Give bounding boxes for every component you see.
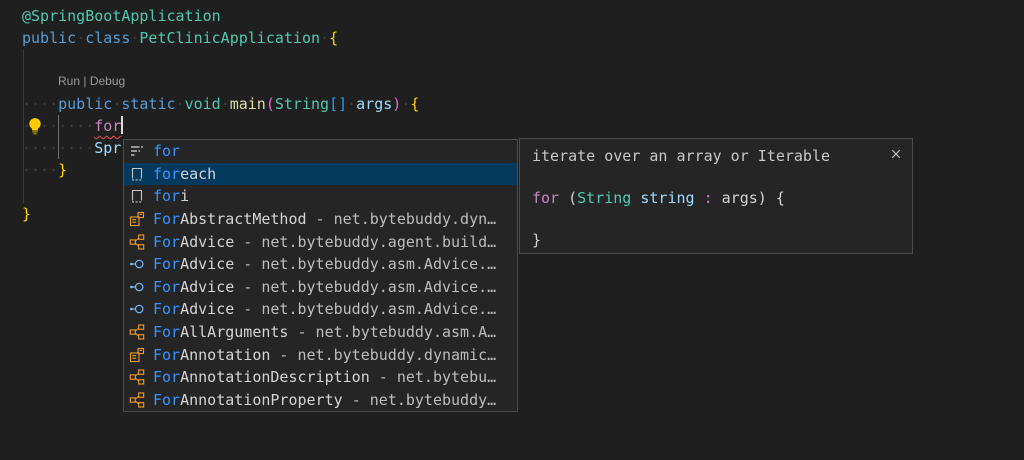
code-line: @SpringBootApplication <box>0 5 1024 27</box>
codelens: Run | Debug <box>0 71 1024 93</box>
suggestion-item[interactable]: ForAbstractMethod - net.bytebuddy.dyn… <box>124 208 517 231</box>
suggestion-item[interactable]: ForAnnotation - net.bytebuddy.dynamic… <box>124 343 517 366</box>
suggestion-label-match: For <box>153 210 180 228</box>
suggestion-item[interactable]: foreach <box>124 163 517 186</box>
suggestion-item[interactable]: ForAnnotationDescription - net.bytebu… <box>124 366 517 389</box>
suggest-docs-panel: iterate over an array or Iterable for (S… <box>519 138 913 254</box>
quick-fix-lightbulb-icon[interactable] <box>26 117 44 135</box>
suggestion-detail: - net.bytebuddy.asm.Advice.… <box>234 278 496 296</box>
struct-icon <box>129 369 145 385</box>
suggestion-detail: - net.bytebuddy.agent.build… <box>234 233 496 251</box>
suggestion-label: Advice <box>180 278 234 296</box>
struct-icon <box>129 324 145 340</box>
error-underlined-text: for <box>94 117 121 135</box>
suggestion-item[interactable]: fori <box>124 185 517 208</box>
interface-icon <box>129 256 145 272</box>
suggestion-label-match: for <box>153 165 180 183</box>
suggestion-detail: - net.bytebuddy.dynamic… <box>270 346 496 364</box>
suggestion-label-match: For <box>153 368 180 386</box>
interface-icon <box>129 279 145 295</box>
suggestion-label-match: for <box>153 187 180 205</box>
code-line: ····public·static·void·main(String[]·arg… <box>0 93 1024 115</box>
suggestion-item[interactable]: ForAnnotationProperty - net.bytebuddy… <box>124 389 517 412</box>
suggestion-detail: - net.bytebuddy… <box>343 391 497 409</box>
doc-code-line: for (String string : args) { <box>532 188 900 209</box>
suggestion-doc-code: for (String string : args) {} <box>532 188 900 251</box>
struct-icon <box>129 392 145 408</box>
suggestion-label-match: For <box>153 346 180 364</box>
keyword-icon <box>129 143 145 159</box>
suggestion-label-match: For <box>153 323 180 341</box>
struct-icon <box>129 234 145 250</box>
suggestion-label: Advice <box>180 255 234 273</box>
docs-close-button[interactable] <box>888 146 904 162</box>
suggestion-label: AnnotationProperty <box>180 391 343 409</box>
close-icon <box>888 146 904 162</box>
suggestion-label-match: For <box>153 233 180 251</box>
class-icon <box>129 211 145 227</box>
codelens-separator: | <box>80 74 90 88</box>
code-line: public·class·PetClinicApplication·{ <box>0 27 1024 49</box>
suggestion-item[interactable]: ForAllArguments - net.bytebuddy.asm.A… <box>124 321 517 344</box>
doc-code-line <box>532 209 900 230</box>
code-line: ········for <box>0 115 1024 137</box>
snippet-icon <box>129 166 145 182</box>
suggestion-detail: - net.bytebu… <box>370 368 496 386</box>
suggestion-label: Annotation <box>180 346 270 364</box>
doc-code-line: } <box>532 230 900 251</box>
code-line <box>0 49 1024 71</box>
suggestion-item[interactable]: ForAdvice - net.bytebuddy.asm.Advice.… <box>124 298 517 321</box>
class-icon <box>129 347 145 363</box>
suggestion-label-match: For <box>153 278 180 296</box>
suggestion-label: AnnotationDescription <box>180 368 370 386</box>
suggestion-label: each <box>180 165 216 183</box>
suggestion-detail: - net.bytebuddy.asm.Advice.… <box>234 300 496 318</box>
suggest-widget: forforeachforiForAbstractMethod - net.by… <box>123 139 518 412</box>
suggestion-item[interactable]: ForAdvice - net.bytebuddy.agent.build… <box>124 230 517 253</box>
suggestion-item[interactable]: ForAdvice - net.bytebuddy.asm.Advice.… <box>124 253 517 276</box>
suggestion-doc-summary: iterate over an array or Iterable <box>532 146 900 167</box>
codelens-run-link[interactable]: Run <box>58 74 80 88</box>
suggestion-label: Advice <box>180 233 234 251</box>
text-cursor <box>121 116 123 134</box>
suggestion-label: AbstractMethod <box>180 210 306 228</box>
suggestion-label-match: For <box>153 391 180 409</box>
suggestion-detail: - net.bytebuddy.asm.Advice.… <box>234 255 496 273</box>
codelens-debug-link[interactable]: Debug <box>90 74 125 88</box>
snippet-icon <box>129 188 145 204</box>
suggestion-label: AllArguments <box>180 323 288 341</box>
interface-icon <box>129 301 145 317</box>
suggestion-item[interactable]: ForAdvice - net.bytebuddy.asm.Advice.… <box>124 276 517 299</box>
suggestion-label-match: for <box>153 142 180 160</box>
suggestion-label-match: For <box>153 255 180 273</box>
suggestion-label: Advice <box>180 300 234 318</box>
suggestion-item[interactable]: for <box>124 140 517 163</box>
suggestion-detail: - net.bytebuddy.asm.A… <box>288 323 496 341</box>
suggestion-detail: - net.bytebuddy.dyn… <box>307 210 497 228</box>
suggestion-label: i <box>180 187 189 205</box>
suggestion-label-match: For <box>153 300 180 318</box>
